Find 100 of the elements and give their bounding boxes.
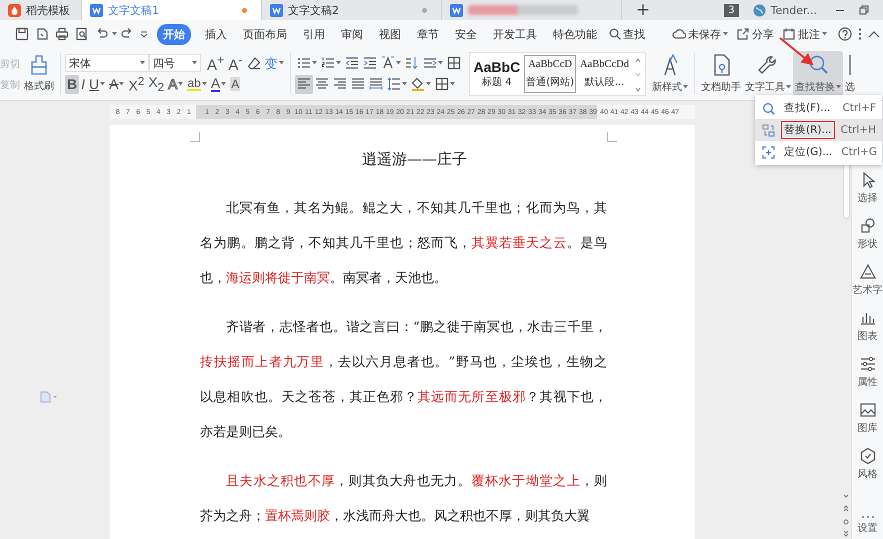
menu-tab[interactable]: 引用 bbox=[297, 24, 331, 44]
side-panel-button[interactable]: 设置 bbox=[858, 515, 878, 535]
style-option[interactable]: AaBbC 标题 4 bbox=[472, 55, 522, 93]
crop-mark bbox=[190, 132, 200, 142]
format-button[interactable]: U bbox=[87, 74, 108, 94]
font-name-dropdown[interactable]: 宋体 bbox=[65, 54, 149, 72]
format-button[interactable]: B bbox=[65, 74, 80, 94]
caret-icon bbox=[100, 82, 106, 86]
flame-logo-icon bbox=[8, 4, 21, 16]
window-count-badge[interactable]: 3 bbox=[724, 4, 739, 16]
format-button[interactable]: A bbox=[228, 74, 242, 94]
customize-caret-icon[interactable] bbox=[140, 30, 148, 38]
menu-tab[interactable]: 开始 bbox=[157, 24, 191, 44]
side-panel-button[interactable]: 选择 bbox=[858, 171, 878, 205]
side-panel-button[interactable]: 图库 bbox=[858, 401, 878, 435]
more-options-icon[interactable] bbox=[858, 27, 862, 41]
style-name: 普通(网站) bbox=[526, 76, 574, 89]
paint-bucket-icon bbox=[410, 77, 425, 91]
menu-tab[interactable]: 特色功能 bbox=[547, 24, 603, 44]
decrease-indent-icon bbox=[344, 56, 359, 70]
search-button[interactable]: 查找 bbox=[609, 26, 645, 42]
format-button[interactable]: X$_{2}$ bbox=[146, 74, 166, 94]
status-dot bbox=[422, 8, 427, 12]
paragraph-button[interactable] bbox=[294, 74, 313, 94]
menu-tab[interactable]: 安全 bbox=[449, 24, 483, 44]
borders-icon bbox=[434, 77, 449, 91]
scroll-controls-icon[interactable] bbox=[842, 493, 850, 537]
caret-icon bbox=[450, 82, 455, 86]
menu-item[interactable]: 替换(R)... Ctrl+H bbox=[755, 119, 882, 141]
bulleted-list-icon bbox=[296, 56, 311, 70]
format-painter-button[interactable]: 格式刷 bbox=[22, 51, 56, 96]
menu-item[interactable]: 查找(F)... Ctrl+F bbox=[755, 97, 882, 119]
help-icon[interactable] bbox=[838, 27, 852, 41]
ribbon-button[interactable]: 查找替换 bbox=[793, 51, 843, 96]
caret-icon bbox=[202, 82, 207, 86]
caret-icon bbox=[723, 32, 728, 36]
font-size-dropdown[interactable]: 四号 bbox=[149, 54, 201, 72]
format-button[interactable]: I bbox=[79, 74, 88, 94]
align-left-icon bbox=[296, 77, 311, 91]
paragraph-handle-icon[interactable] bbox=[40, 391, 58, 403]
caret-icon bbox=[426, 82, 431, 86]
print-preview-icon[interactable] bbox=[75, 27, 89, 41]
shapes-icon bbox=[858, 217, 876, 235]
format-button[interactable]: A bbox=[166, 74, 186, 94]
ribbon-button[interactable]: 新样式 bbox=[650, 51, 690, 96]
caret-icon bbox=[178, 82, 184, 86]
align-right-icon bbox=[332, 77, 347, 91]
format-button[interactable]: A$^{-}$ bbox=[226, 54, 245, 72]
menu-tab[interactable]: 章节 bbox=[411, 24, 445, 44]
toolbar-button[interactable]: 未保存 bbox=[672, 26, 728, 42]
format-button[interactable]: 变 bbox=[262, 54, 286, 72]
toolbar-button[interactable]: 批注 bbox=[782, 26, 827, 42]
side-panel-button[interactable]: 风格 bbox=[858, 447, 878, 481]
save-icon[interactable] bbox=[15, 27, 29, 41]
export-icon[interactable] bbox=[35, 27, 49, 41]
account-button[interactable]: Tender... bbox=[752, 0, 817, 20]
side-panel-button[interactable]: 属性 bbox=[858, 355, 878, 389]
ribbon-button[interactable]: 文字工具 bbox=[743, 51, 793, 96]
side-panel-button[interactable]: 艺术字 bbox=[852, 263, 882, 297]
collapse-ribbon-icon[interactable] bbox=[868, 30, 880, 38]
caret-icon bbox=[312, 61, 317, 65]
document-tab[interactable]: 文字文稿1 bbox=[82, 0, 262, 20]
style-sample: AaBbCcDd bbox=[580, 59, 629, 70]
document-title: 逍遥游——庄子 bbox=[361, 149, 468, 170]
menu-tab[interactable]: 视图 bbox=[373, 24, 407, 44]
print-icon[interactable] bbox=[55, 27, 69, 41]
side-panel-button[interactable]: 图表 bbox=[858, 309, 878, 343]
menu-item[interactable]: 定位(G)... Ctrl+G bbox=[755, 141, 882, 163]
caret-icon bbox=[112, 32, 117, 36]
paragraph-button[interactable] bbox=[384, 74, 409, 94]
menu-tab[interactable]: 插入 bbox=[199, 24, 233, 44]
replace-icon bbox=[762, 124, 775, 136]
toolbar-button[interactable]: 分享 bbox=[736, 26, 774, 42]
style-option[interactable]: AaBbCcDd 默认段... bbox=[578, 55, 631, 93]
line-spacing-icon bbox=[386, 77, 401, 91]
justify-icon bbox=[350, 77, 365, 91]
restore-icon[interactable] bbox=[859, 5, 869, 15]
menu-tab[interactable]: 页面布局 bbox=[237, 24, 293, 44]
distribute-icon bbox=[368, 77, 383, 91]
format-button[interactable]: X$^{2}$ bbox=[126, 74, 146, 94]
side-panel-button[interactable]: 形状 bbox=[858, 217, 878, 251]
format-button[interactable]: A bbox=[107, 74, 126, 94]
ribbon-button[interactable]: 选 bbox=[843, 51, 857, 96]
caret-icon bbox=[396, 61, 401, 65]
document-logo-icon bbox=[270, 4, 283, 16]
ribbon-button[interactable]: 文档助手 bbox=[699, 51, 743, 96]
style-option[interactable]: AaBbCcD 普通(网站) bbox=[524, 55, 576, 93]
new-tab-button[interactable]: + bbox=[628, 0, 658, 20]
caret-icon bbox=[402, 82, 407, 86]
format-button[interactable]: ab bbox=[185, 74, 209, 94]
target-icon bbox=[762, 146, 775, 158]
gallery-scroll-icon[interactable] bbox=[635, 57, 641, 93]
caret-icon bbox=[192, 61, 197, 65]
table-icon bbox=[446, 56, 461, 70]
paintbrush-icon bbox=[29, 54, 49, 76]
format-button[interactable]: A$^{+}$ bbox=[205, 54, 226, 72]
caret-icon bbox=[336, 61, 341, 65]
menu-tab[interactable]: 审阅 bbox=[335, 24, 369, 44]
menu-tab[interactable]: 开发工具 bbox=[487, 24, 543, 44]
format-button[interactable]: A bbox=[208, 74, 228, 94]
